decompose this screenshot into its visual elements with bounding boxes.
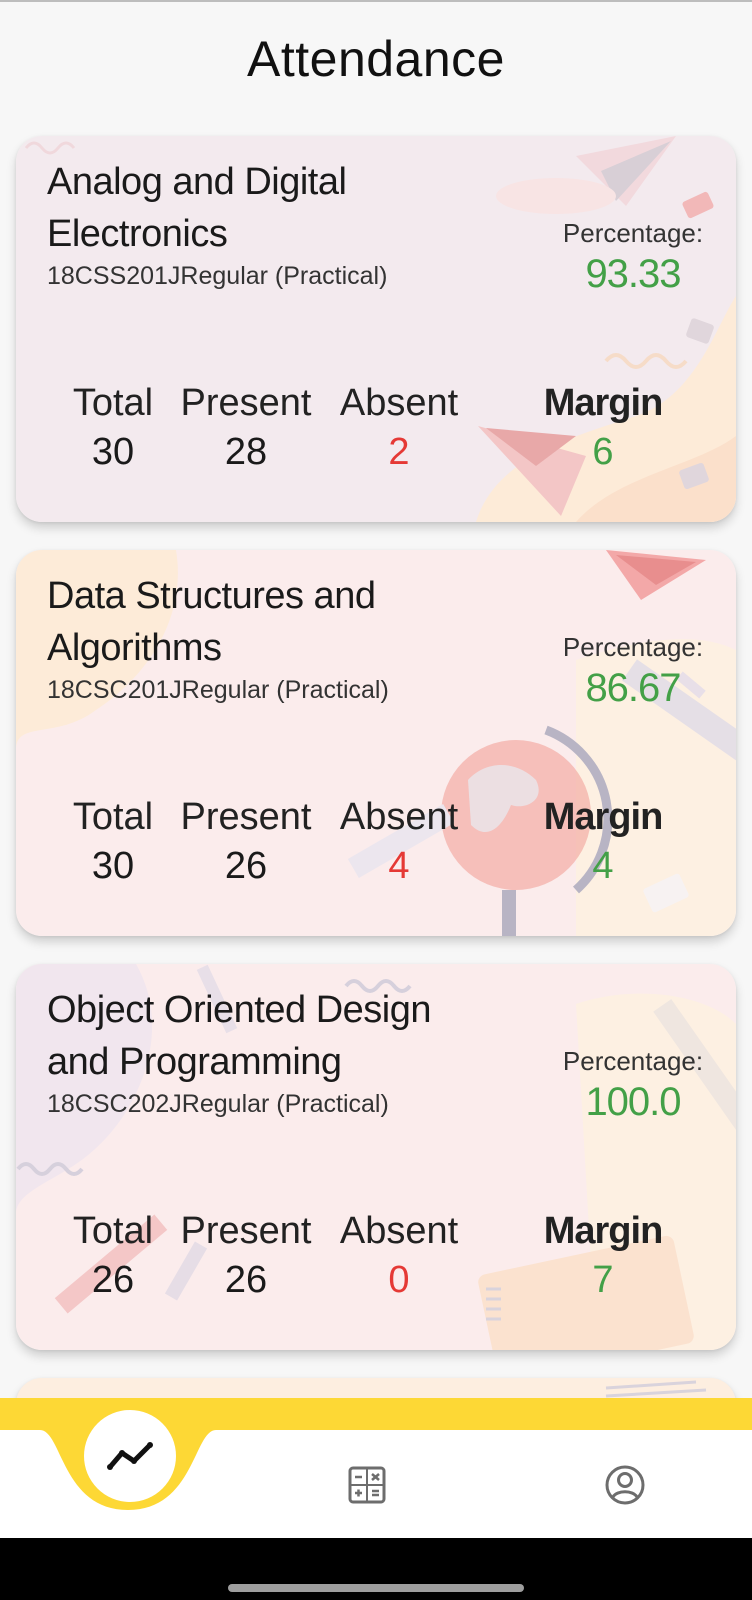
nav-profile-button[interactable] <box>600 1460 650 1510</box>
total-value: 30 <box>91 431 135 473</box>
present-label: Present <box>180 796 312 838</box>
total-stat: Total 26 <box>63 1210 163 1306</box>
present-value: 28 <box>224 431 268 473</box>
total-value: 26 <box>91 1259 135 1301</box>
margin-stat: Margin 7 <box>536 1210 670 1306</box>
present-stat: Present 26 <box>176 1210 316 1306</box>
margin-label: Margin <box>543 382 664 424</box>
absent-stat: Absent 0 <box>334 1210 464 1306</box>
margin-value: 7 <box>592 1259 614 1301</box>
present-stat: Present 26 <box>176 796 316 892</box>
profile-icon <box>605 1465 645 1505</box>
present-value: 26 <box>224 1259 268 1301</box>
total-label: Total <box>72 796 154 838</box>
margin-stat: Margin 6 <box>536 382 670 478</box>
total-label: Total <box>72 1210 154 1252</box>
course-name: Object Oriented Design and Programming <box>47 989 431 1083</box>
present-value: 26 <box>224 845 268 887</box>
percentage-label: Percentage: <box>562 632 704 662</box>
course-card[interactable]: Analog and Digital Electronics 18CSS201J… <box>16 136 736 522</box>
trending-chart-icon <box>107 1442 153 1470</box>
absent-value: 2 <box>388 431 410 473</box>
absent-value: 0 <box>388 1259 410 1301</box>
margin-label: Margin <box>543 796 664 838</box>
total-stat: Total 30 <box>63 796 163 892</box>
course-card[interactable]: Object Oriented Design and Programming 1… <box>16 964 736 1350</box>
course-code: 18CSS201JRegular (Practical) <box>47 262 388 290</box>
course-card[interactable]: Data Structures and Algorithms 18CSC201J… <box>16 550 736 936</box>
percentage-label: Percentage: <box>562 218 704 248</box>
margin-value: 6 <box>592 431 614 473</box>
percentage-label: Percentage: <box>562 1046 704 1076</box>
percentage-value: 93.33 <box>585 252 681 296</box>
total-label: Total <box>72 382 154 424</box>
present-label: Present <box>180 382 312 424</box>
present-label: Present <box>180 1210 312 1252</box>
nav-attendance-button[interactable] <box>84 1410 176 1502</box>
margin-value: 4 <box>592 845 614 887</box>
course-name: Analog and Digital Electronics <box>47 161 347 255</box>
course-code: 18CSC201JRegular (Practical) <box>47 676 389 704</box>
course-name: Data Structures and Algorithms <box>47 575 376 669</box>
present-stat: Present 28 <box>176 382 316 478</box>
page-title: Attendance <box>247 31 505 87</box>
total-value: 30 <box>91 845 135 887</box>
absent-value: 4 <box>388 845 410 887</box>
margin-stat: Margin 4 <box>536 796 670 892</box>
total-stat: Total 30 <box>63 382 163 478</box>
absent-label: Absent <box>339 382 459 424</box>
absent-stat: Absent 4 <box>334 796 464 892</box>
percentage-value: 100.0 <box>585 1080 681 1124</box>
percentage-value: 86.67 <box>585 666 681 710</box>
nav-calculator-button[interactable] <box>342 1460 392 1510</box>
margin-label: Margin <box>543 1210 664 1252</box>
calculator-icon <box>348 1466 386 1504</box>
absent-label: Absent <box>339 796 459 838</box>
absent-stat: Absent 2 <box>334 382 464 478</box>
course-code: 18CSC202JRegular (Practical) <box>47 1090 389 1118</box>
top-divider <box>0 0 752 2</box>
absent-label: Absent <box>339 1210 459 1252</box>
home-gesture-handle[interactable] <box>228 1584 524 1592</box>
